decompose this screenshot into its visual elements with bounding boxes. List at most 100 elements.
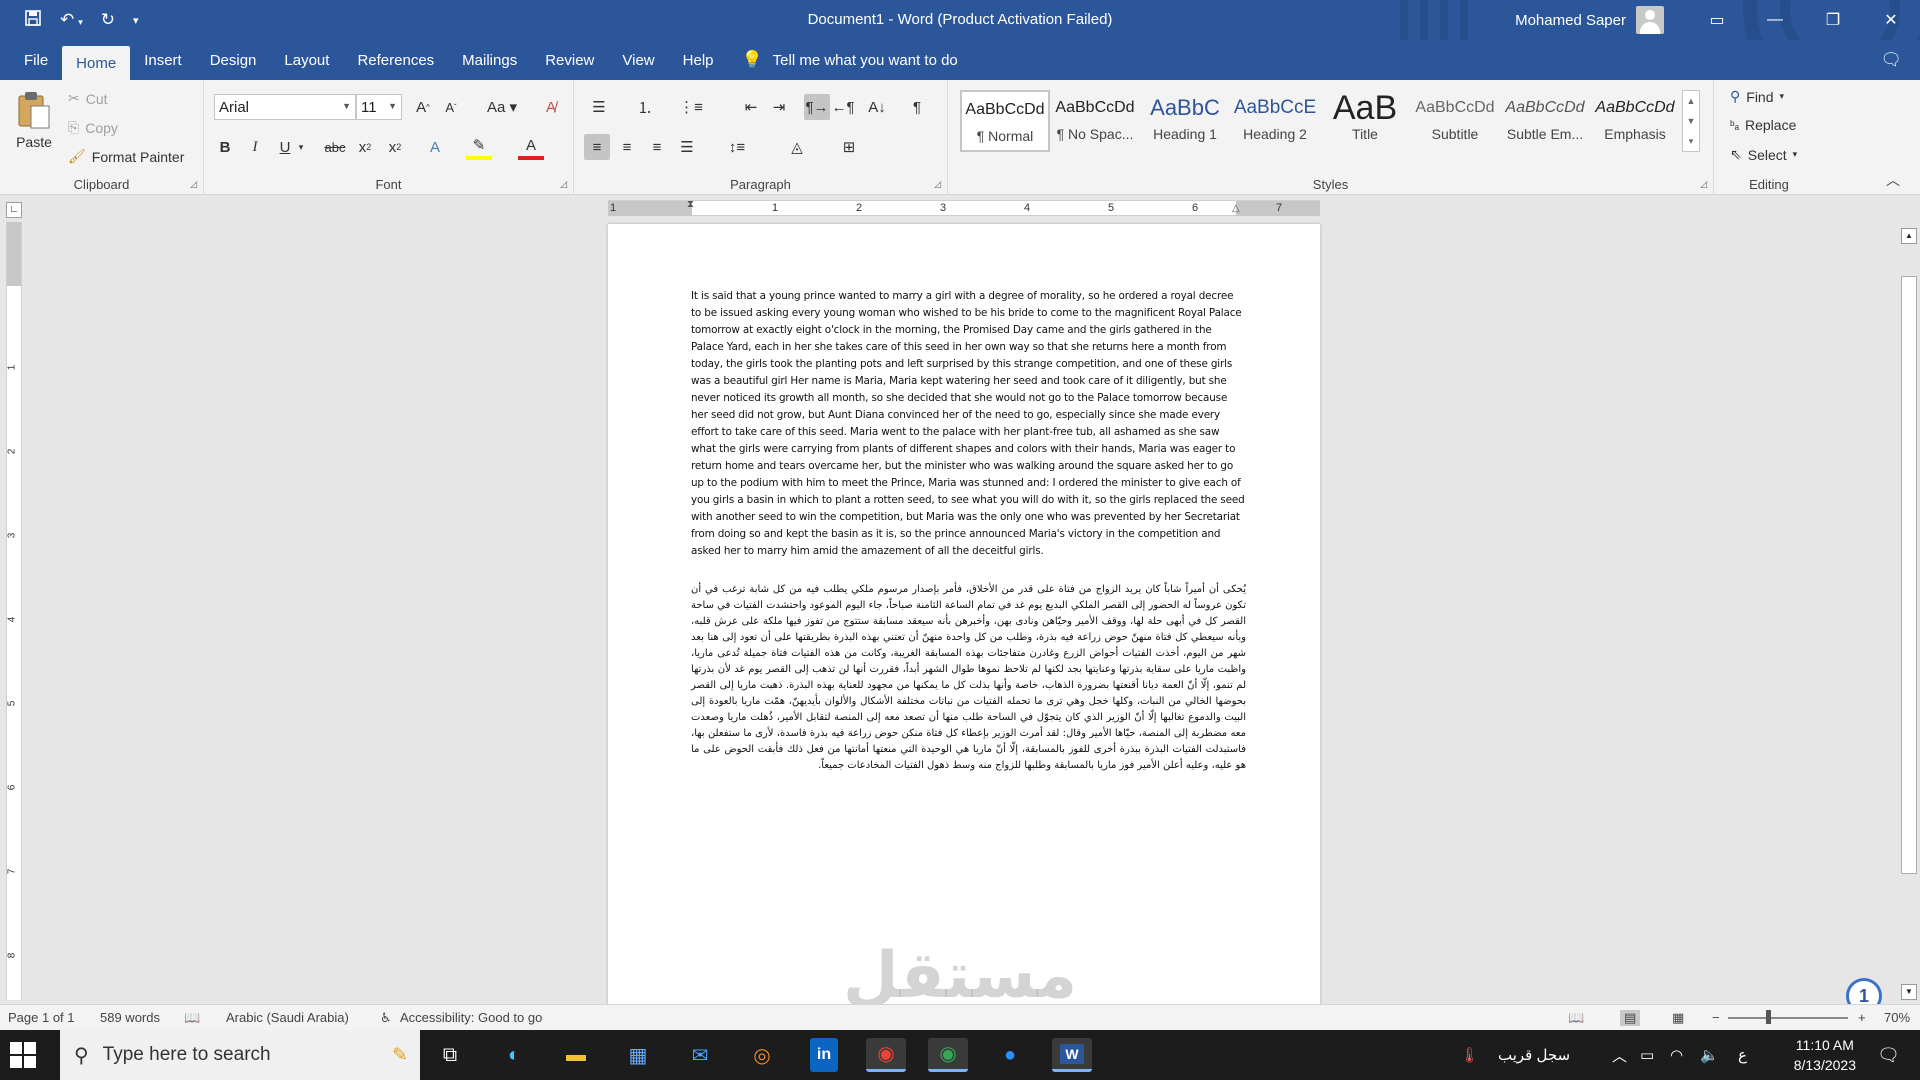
justify-icon[interactable]: ☰ [674,134,700,160]
edge-icon[interactable]: ◐ [494,1038,534,1072]
task-view-icon[interactable]: ⧉ [430,1038,470,1072]
tab-view[interactable]: View [608,40,668,80]
cut-button[interactable]: ✂ Cut [68,90,108,107]
comments-icon[interactable]: 🗨 [1880,50,1902,70]
english-paragraph[interactable]: It is said that a young prince wanted to… [691,288,1246,560]
file-explorer-icon[interactable]: ▬ [556,1038,596,1072]
clear-formatting-icon[interactable]: A̸ [538,94,564,120]
zoom-out-icon[interactable]: − [1712,1010,1720,1025]
multilevel-list-icon[interactable]: ⋮≡ [678,94,704,120]
notifications-icon[interactable]: 🗨 [1877,1030,1900,1080]
web-layout-icon[interactable]: ▦ [1672,1010,1684,1026]
numbering-icon[interactable]: ⒈ [632,94,658,120]
highlight-color-icon[interactable]: ✎ [466,134,492,160]
align-center-icon[interactable]: ≡ [614,134,640,160]
zoom-slider-thumb[interactable] [1766,1010,1771,1024]
find-button[interactable]: ⚲ Find ▾ [1730,88,1784,105]
format-painter-button[interactable]: 🖌 Format Painter [68,148,184,165]
scroll-up-icon[interactable]: ▲ [1901,228,1917,244]
tab-design[interactable]: Design [196,40,271,80]
horizontal-ruler[interactable]: 1 1 2 3 4 5 6 7 ⧗ △ [608,199,1320,216]
font-name-combo[interactable]: Arial ▼ [214,94,356,120]
customize-icon[interactable]: ▾ [133,14,139,27]
bold-icon[interactable]: B [212,134,238,160]
redo-icon[interactable]: ↻ [101,10,115,30]
page-count[interactable]: Page 1 of 1 [8,1010,75,1025]
dialog-launcher-icon[interactable]: ◿ [560,179,567,190]
tab-insert[interactable]: Insert [130,40,196,80]
tab-file[interactable]: File [10,40,62,80]
accessibility-icon[interactable]: ♿ [380,1010,392,1026]
mail-icon[interactable]: ✉ [680,1038,720,1072]
tab-help[interactable]: Help [669,40,728,80]
scroll-thumb[interactable] [1901,276,1917,874]
rtl-direction-icon[interactable]: ←¶ [830,94,856,120]
battery-icon[interactable]: ▭ [1640,1030,1654,1080]
subscript-icon[interactable]: x2 [352,134,378,160]
style-title[interactable]: AaB Title [1320,90,1410,152]
strikethrough-icon[interactable]: abc [322,134,348,160]
proofing-icon[interactable]: 📖 [184,1010,200,1026]
zoom-slider[interactable] [1728,1017,1848,1019]
chevron-down-icon[interactable]: ▾ [294,134,308,160]
input-language[interactable]: ع [1738,1030,1747,1080]
style-no-spacing[interactable]: AaBbCcDd ¶ No Spac... [1050,90,1140,152]
show-marks-icon[interactable]: ¶ [904,94,930,120]
decrease-indent-icon[interactable]: ⇤ [738,94,764,120]
dialog-launcher-icon[interactable]: ◿ [934,179,941,190]
replace-button[interactable]: ᵇₐ Replace [1730,117,1796,133]
close-button[interactable]: ✕ [1862,0,1920,40]
undo-icon[interactable]: ↶ ▾ [60,10,83,30]
volume-icon[interactable]: 🔈 [1700,1030,1719,1080]
style-subtle-emphasis[interactable]: AaBbCcDd Subtle Em... [1500,90,1590,152]
zoom-in-icon[interactable]: + [1858,1010,1866,1025]
arabic-paragraph[interactable]: يُحكى أن أميراً شاباً كان يريد الزواج من… [691,582,1246,774]
shrink-font-icon[interactable]: Aˇ [438,94,464,120]
store-icon[interactable]: ▦ [618,1038,658,1072]
text-effects-icon[interactable]: A [422,134,448,160]
taskbar-search[interactable]: ⚲ Type here to search ✎ [60,1030,420,1080]
print-layout-icon[interactable]: ▤ [1620,1010,1641,1026]
vertical-ruler[interactable]: 1 2 3 4 5 6 7 8 [6,222,22,1000]
language[interactable]: Arabic (Saudi Arabia) [226,1010,349,1025]
style-heading-2[interactable]: AaBbCcE Heading 2 [1230,90,1320,152]
tab-home[interactable]: Home [62,46,131,80]
zoom-level[interactable]: 70% [1884,1010,1910,1025]
vertical-scrollbar[interactable]: ▲ ▼ [1898,226,1920,1002]
superscript-icon[interactable]: x2 [382,134,408,160]
font-color-icon[interactable]: A [518,134,544,160]
user-name[interactable]: Mohamed Saper [1515,12,1626,29]
shading-icon[interactable]: ◬ [784,134,810,160]
line-spacing-icon[interactable]: ↕≡ [724,134,750,160]
styles-scroll[interactable]: ▲ ▼ ▾ [1682,90,1700,152]
dialog-launcher-icon[interactable]: ◿ [1700,179,1707,190]
style-emphasis[interactable]: AaBbCcDd Emphasis [1590,90,1680,152]
style-heading-1[interactable]: AaBbC Heading 1 [1140,90,1230,152]
chrome-icon[interactable]: ◉ [866,1038,906,1072]
tell-me-box[interactable]: 💡 Tell me what you want to do [742,40,958,80]
restore-button[interactable]: ❐ [1804,0,1862,40]
copy-button[interactable]: ⎘ Copy [68,119,118,136]
dialog-launcher-icon[interactable]: ◿ [190,179,197,190]
tab-selector[interactable]: ∟ [6,202,22,218]
select-button[interactable]: ⇖ Select ▾ [1730,146,1797,163]
zoom-icon[interactable]: ● [990,1038,1030,1072]
avatar[interactable] [1636,6,1664,34]
accessibility-status[interactable]: Accessibility: Good to go [400,1010,542,1025]
indent-marker-icon[interactable]: ⧗ [687,199,694,210]
tab-review[interactable]: Review [531,40,608,80]
chevron-up-icon[interactable]: ︿ [1612,1030,1627,1080]
increase-indent-icon[interactable]: ⇥ [766,94,792,120]
weather-icon[interactable]: 🌡 [1460,1030,1479,1080]
word-icon[interactable]: W [1052,1038,1092,1072]
sort-icon[interactable]: A↓ [864,94,890,120]
font-size-combo[interactable]: 11 ▼ [356,94,402,120]
save-icon[interactable] [24,9,42,32]
word-count[interactable]: 589 words [100,1010,160,1025]
clock[interactable]: 11:10 AM 8/13/2023 [1794,1035,1856,1075]
align-left-icon[interactable]: ≡ [584,134,610,160]
change-case-icon[interactable]: Aa ▾ [482,94,522,120]
italic-icon[interactable]: I [242,134,268,160]
tab-references[interactable]: References [343,40,448,80]
scroll-down-icon[interactable]: ▼ [1901,984,1917,1000]
